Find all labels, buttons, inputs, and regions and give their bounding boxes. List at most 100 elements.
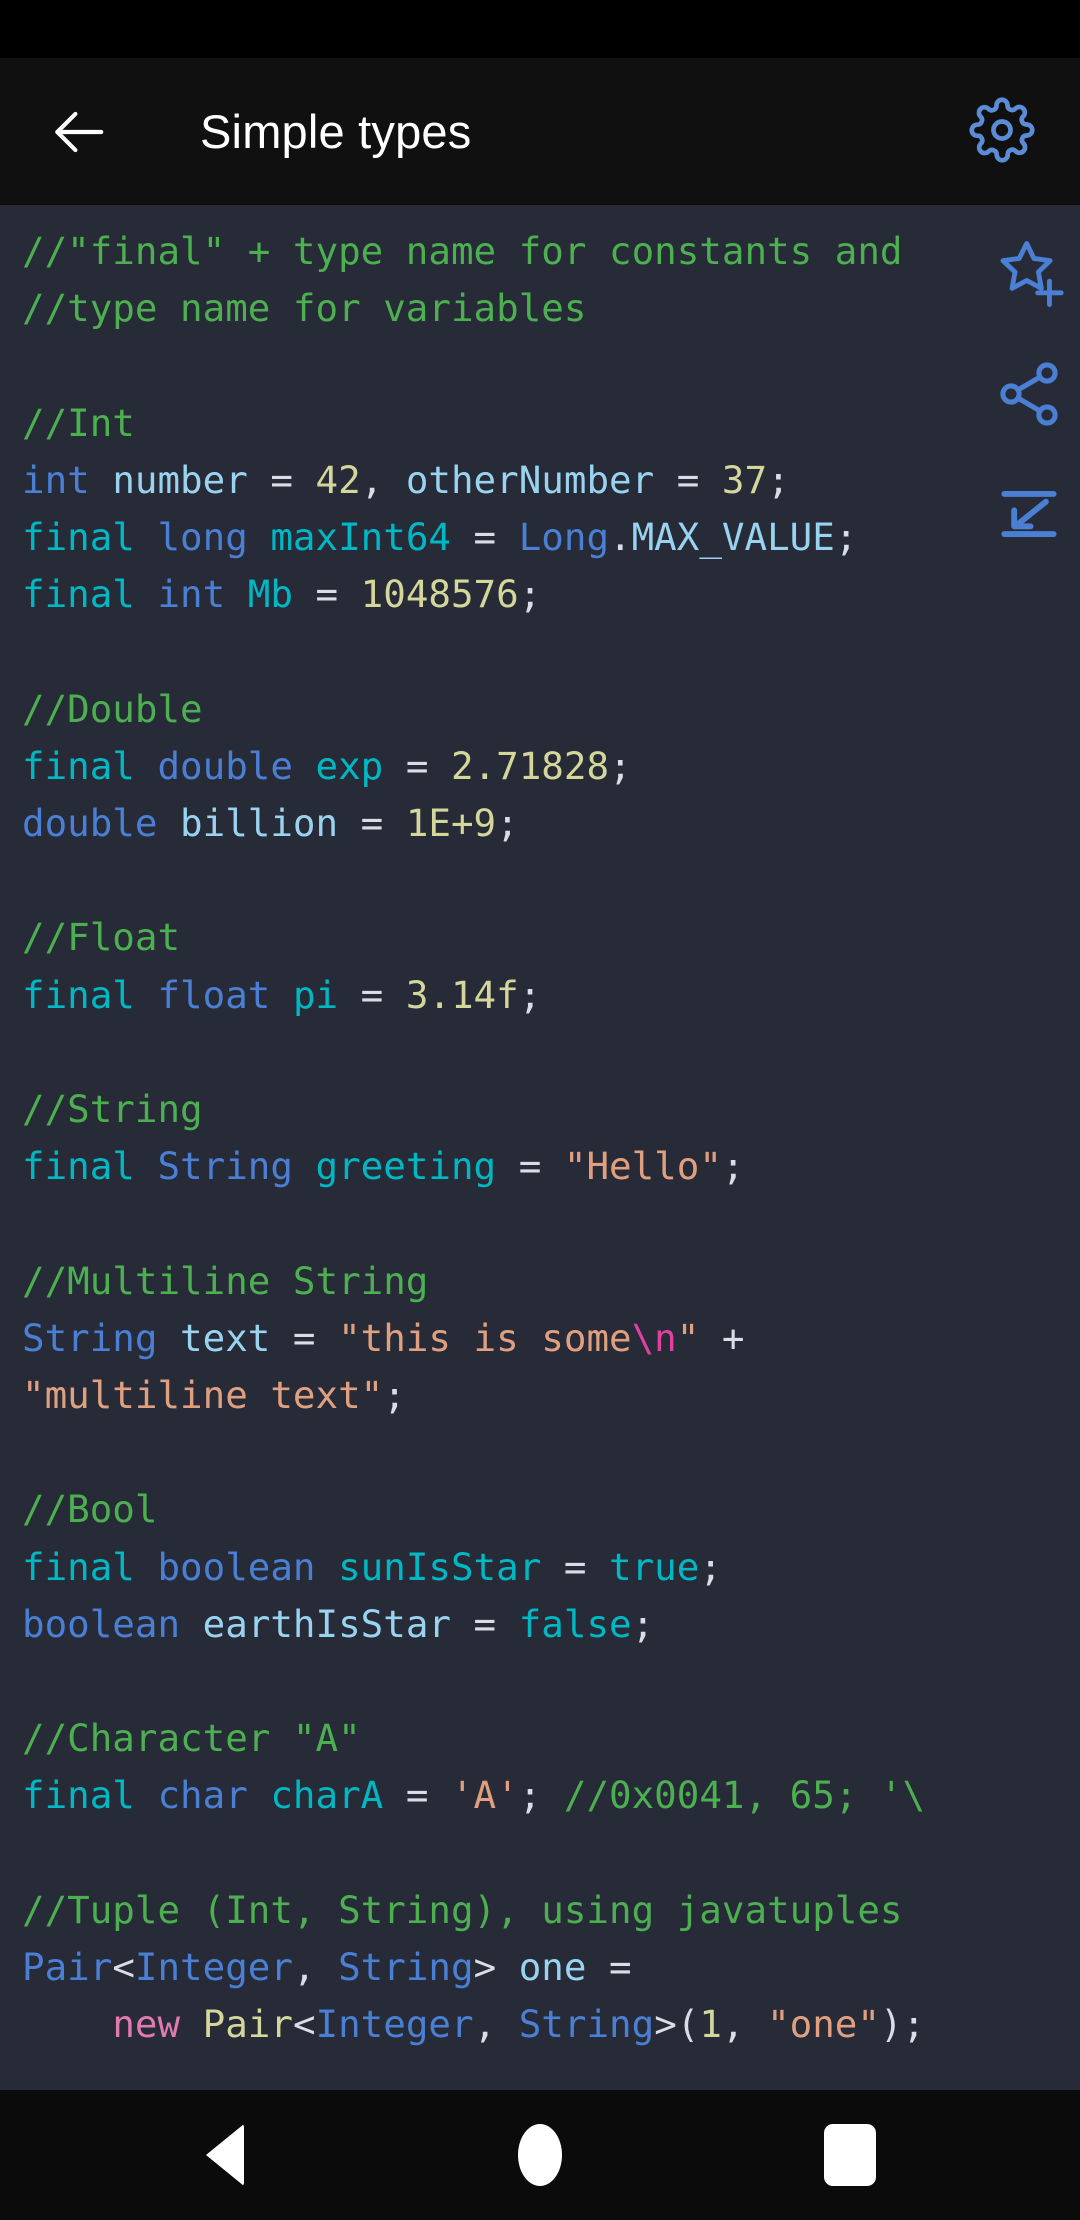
code-token: final xyxy=(22,743,135,788)
code-token: ; xyxy=(834,515,858,560)
code-token: final xyxy=(22,572,135,617)
code-token: >( xyxy=(654,2002,700,2047)
page-title: Simple types xyxy=(200,105,472,158)
code-token: ; xyxy=(631,1601,655,1646)
android-navigation-bar xyxy=(0,2090,1080,2220)
code-token: + xyxy=(699,1315,745,1360)
code-token: = xyxy=(383,743,451,788)
code-token: ; xyxy=(518,972,542,1017)
code-token: ; xyxy=(699,1544,722,1589)
code-token: //type name for variables xyxy=(22,286,587,331)
code-token: int xyxy=(157,572,226,617)
code-token: Mb xyxy=(247,572,293,617)
code-token: char xyxy=(157,1773,248,1818)
code-token: final xyxy=(22,1144,135,1189)
code-token: ; xyxy=(609,743,632,788)
code-token: double xyxy=(157,743,293,788)
code-token: double xyxy=(22,801,158,846)
code-token: //Tuple (Int, String), using javatuples xyxy=(22,1887,903,1932)
back-button[interactable] xyxy=(42,96,114,168)
code-token: = xyxy=(586,1945,632,1990)
word-wrap-icon xyxy=(992,477,1066,556)
code-token: pi xyxy=(292,972,339,1017)
code-token: 1 xyxy=(699,2002,722,2047)
code-token: = xyxy=(541,1544,610,1589)
code-token: . xyxy=(609,515,632,560)
code-token: = xyxy=(450,515,519,560)
nav-home-button[interactable] xyxy=(455,2090,625,2220)
nav-back-button[interactable] xyxy=(140,2090,310,2220)
code-token: //Float xyxy=(22,915,181,960)
code-token: //Double xyxy=(22,686,203,731)
code-token: number xyxy=(112,457,248,502)
code-token: //0x0041, 65; '\ xyxy=(563,1773,926,1818)
code-token: ; xyxy=(767,457,790,502)
code-token: final xyxy=(22,1544,135,1589)
code-token: ; xyxy=(721,1144,745,1189)
code-token: exp xyxy=(315,743,384,788)
code-token: "Hello" xyxy=(563,1144,722,1189)
code-token: 1048576 xyxy=(360,572,519,617)
code-token: MAX_VALUE xyxy=(631,515,835,560)
code-token: = xyxy=(383,1773,451,1818)
nav-recents-button[interactable] xyxy=(765,2090,935,2220)
code-token: ; xyxy=(383,1373,406,1418)
code-token: text xyxy=(180,1315,271,1360)
code-token: true xyxy=(609,1544,700,1589)
code-token: = xyxy=(450,1601,519,1646)
code-token: //"final" + type name for constants and xyxy=(22,229,903,273)
code-token: ; xyxy=(518,1773,564,1818)
code-content: //"final" + type name for constants and … xyxy=(0,205,1080,2054)
back-triangle-icon xyxy=(206,2124,244,2186)
code-token: ; xyxy=(496,801,519,846)
code-token: 3.14f xyxy=(405,972,519,1017)
code-token: > xyxy=(473,1945,519,1990)
code-token: final xyxy=(22,972,135,1017)
settings-button[interactable] xyxy=(966,96,1038,168)
code-token: sunIsStar xyxy=(338,1544,542,1589)
code-token: String xyxy=(22,1315,158,1360)
code-token: float xyxy=(157,972,271,1017)
code-token: new xyxy=(112,2002,181,2047)
code-token: Integer xyxy=(134,1945,293,1990)
code-token: ; xyxy=(518,572,542,617)
code-token: otherNumber xyxy=(405,457,655,502)
add-to-favorites-button[interactable] xyxy=(986,233,1072,319)
code-token: //Multiline String xyxy=(22,1258,429,1303)
star-plus-icon xyxy=(990,235,1068,318)
code-token: charA xyxy=(270,1773,384,1818)
word-wrap-button[interactable] xyxy=(986,473,1072,559)
code-token: 2.71828 xyxy=(450,743,610,788)
code-token: , xyxy=(721,2002,768,2047)
code-token: earthIsStar xyxy=(202,1601,451,1646)
code-token: "one" xyxy=(767,2002,880,2047)
code-token: = xyxy=(496,1144,564,1189)
share-icon xyxy=(993,358,1065,435)
code-token: "this is some xyxy=(338,1315,632,1360)
code-token: 1E+9 xyxy=(405,801,497,846)
code-viewer[interactable]: //"final" + type name for constants and … xyxy=(0,205,1080,2090)
code-token: false xyxy=(518,1601,632,1646)
code-token: //Character "A" xyxy=(22,1716,361,1761)
code-token: , xyxy=(473,2002,519,2047)
code-token: String xyxy=(338,1945,474,1990)
share-button[interactable] xyxy=(986,353,1072,439)
code-token: String xyxy=(518,2002,655,2047)
code-token: final xyxy=(22,515,135,560)
code-token: " xyxy=(676,1315,700,1360)
code-token: Pair xyxy=(202,2002,293,2047)
code-token: = xyxy=(338,801,406,846)
code-token: < xyxy=(112,1945,135,1990)
code-token: Integer xyxy=(315,2002,474,2047)
